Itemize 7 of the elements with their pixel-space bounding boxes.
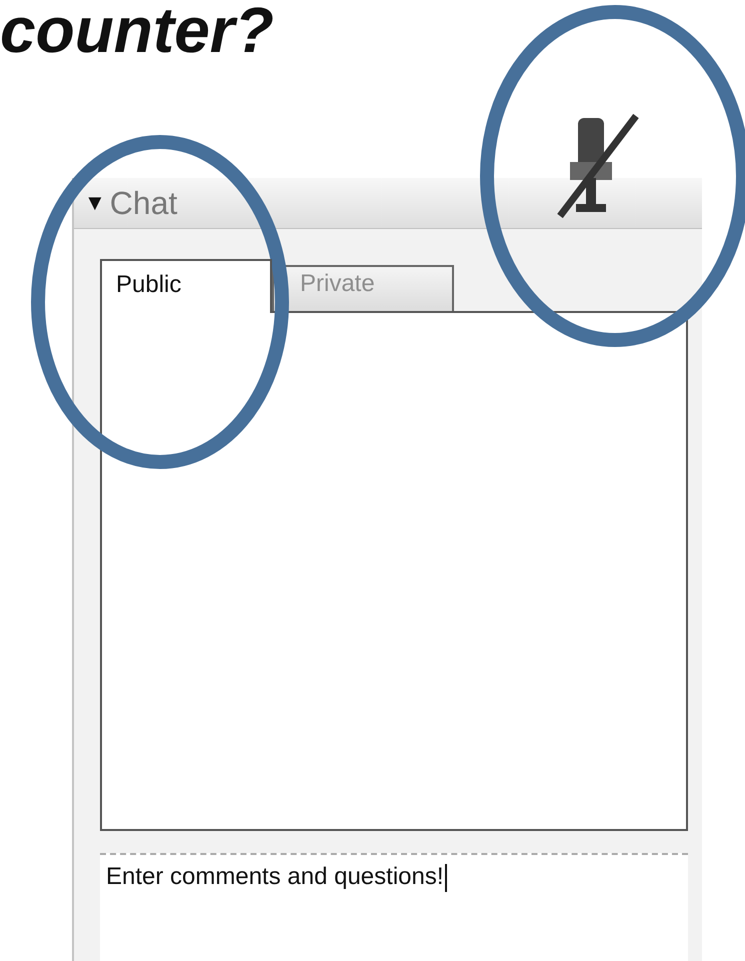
collapse-toggle[interactable]: ▼ [84, 190, 106, 216]
text-cursor [444, 864, 447, 892]
panel-title: Chat [110, 184, 178, 222]
chat-tab[interactable]: Public [100, 259, 272, 313]
slide-heading: counter? [0, 0, 274, 66]
muted-microphone-icon[interactable] [556, 112, 640, 220]
message-input-field[interactable]: Enter comments and questions! [100, 853, 688, 961]
